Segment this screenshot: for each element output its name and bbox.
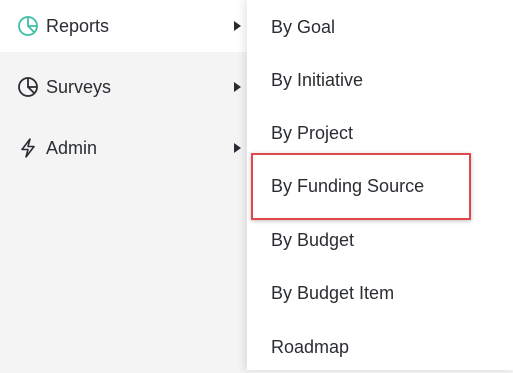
lightning-icon bbox=[16, 136, 40, 160]
pie-chart-icon bbox=[16, 75, 40, 99]
sidebar-item-label: Surveys bbox=[46, 77, 112, 97]
submenu-item-label: By Project bbox=[271, 122, 354, 143]
submenu-item-label: By Funding Source bbox=[271, 175, 425, 196]
sidebar-item-surveys[interactable]: Surveys bbox=[0, 61, 250, 113]
submenu-item-by-budget-item[interactable]: By Budget Item bbox=[247, 266, 513, 319]
sidebar-item-label: Admin bbox=[46, 138, 98, 158]
submenu-item-label: By Goal bbox=[271, 16, 336, 37]
sidebar-nav: Reports Surveys Admin bbox=[0, 0, 250, 370]
chevron-right-icon bbox=[234, 82, 241, 92]
sidebar-item-reports[interactable]: Reports bbox=[0, 0, 250, 52]
submenu-item-roadmap[interactable]: Roadmap bbox=[247, 320, 513, 373]
submenu-item-by-budget[interactable]: By Budget bbox=[247, 213, 513, 266]
submenu-item-by-project[interactable]: By Project bbox=[247, 106, 513, 159]
submenu-item-by-goal[interactable]: By Goal bbox=[247, 0, 513, 53]
submenu-item-label: By Budget bbox=[271, 229, 355, 250]
submenu-item-label: By Initiative bbox=[271, 69, 364, 90]
submenu-item-label: By Budget Item bbox=[271, 282, 395, 303]
reports-submenu: By Goal By Initiative By Project By Fund… bbox=[247, 0, 513, 370]
submenu-item-label: Roadmap bbox=[271, 336, 350, 357]
submenu-item-by-funding-source[interactable]: By Funding Source bbox=[247, 159, 513, 212]
submenu-item-by-initiative[interactable]: By Initiative bbox=[247, 53, 513, 106]
sidebar-item-label: Reports bbox=[46, 16, 110, 36]
pie-chart-icon bbox=[16, 14, 40, 38]
chevron-right-icon bbox=[234, 21, 241, 31]
chevron-right-icon bbox=[234, 143, 241, 153]
sidebar-item-admin[interactable]: Admin bbox=[0, 122, 250, 174]
